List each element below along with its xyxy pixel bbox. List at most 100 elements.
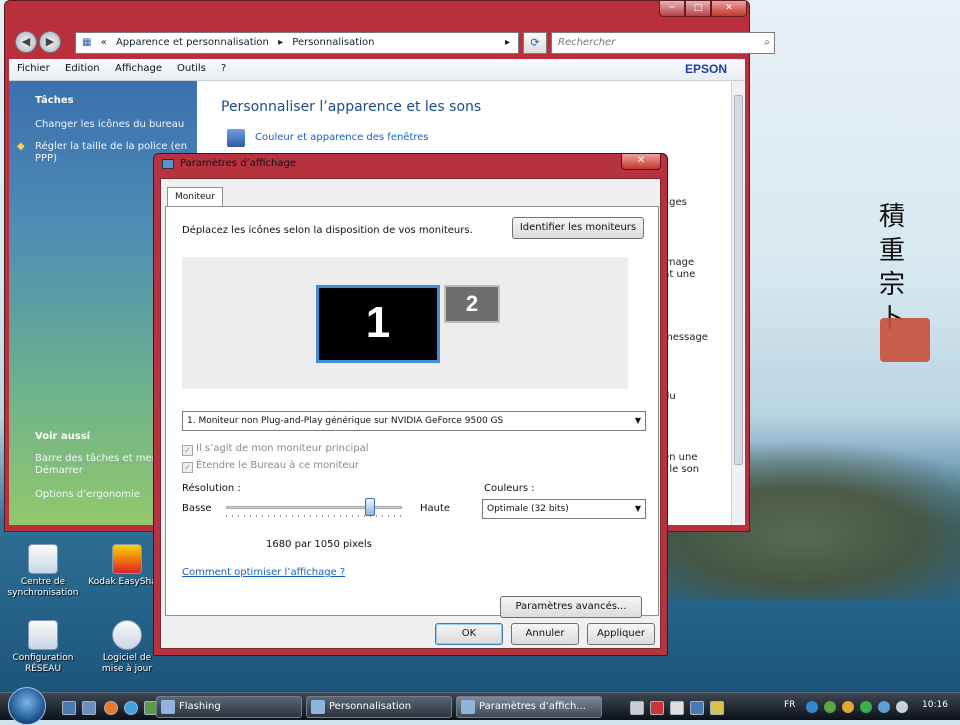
tray-app-icon[interactable] [670, 701, 684, 715]
advanced-settings-button[interactable]: Paramètres avancés... [500, 596, 642, 618]
monitor-layout-area: 1 2 [182, 257, 628, 389]
breadcrumb-personalization[interactable]: Personnalisation [292, 37, 374, 48]
menu-help[interactable]: ? [221, 63, 226, 74]
chevron-down-icon: ▼ [634, 416, 641, 425]
cancel-button[interactable]: Annuler [511, 623, 579, 645]
search-input[interactable]: Rechercher ⌕ [551, 32, 775, 54]
tray-app-icon[interactable] [650, 701, 664, 715]
menu-view[interactable]: Affichage [115, 63, 162, 74]
menu-file[interactable]: Fichier [17, 63, 50, 74]
primary-monitor-checkbox[interactable]: ✓ Il s’agit de mon moniteur principal [182, 443, 369, 456]
update-software-icon [112, 620, 142, 650]
monitor-select[interactable]: 1. Moniteur non Plug-and-Play générique … [182, 411, 646, 431]
resolution-label: Résolution : [182, 483, 241, 494]
monitor-select-value: 1. Moniteur non Plug-and-Play générique … [187, 416, 504, 426]
desktop-icon-sync-center[interactable]: Centre de synchronisation [4, 544, 82, 599]
breadcrumb-dropdown[interactable]: ▸ [505, 33, 510, 53]
taskbar-item-personalization[interactable]: Personnalisation [306, 696, 452, 718]
link-window-color[interactable]: Couleur et apparence des fenêtres [255, 132, 429, 143]
epson-logo: EPSON [684, 62, 727, 76]
taskbar-item-label: Personnalisation [329, 701, 412, 712]
dialog-client: Moniteur Déplacez les icônes selon la di… [160, 178, 661, 649]
browser-icon[interactable] [124, 701, 138, 715]
page-title: Personnaliser l’apparence et les sons [221, 99, 482, 115]
task-change-desktop-icons[interactable]: Changer les icônes du bureau [35, 119, 195, 131]
window-color-icon [227, 129, 245, 147]
tray-icon-3[interactable] [842, 701, 854, 713]
show-desktop-icon[interactable] [62, 701, 76, 715]
extend-desktop-checkbox[interactable]: ✓ Étendre le Bureau à ce moniteur [182, 460, 359, 473]
network-config-icon [28, 620, 58, 650]
ok-button[interactable]: OK [435, 623, 503, 645]
taskbar-item-label: Paramètres d’affich... [479, 701, 586, 712]
resolution-low-label: Basse [182, 503, 212, 514]
menu-tools[interactable]: Outils [177, 63, 206, 74]
colors-select-value: Optimale (32 bits) [487, 504, 569, 514]
checkbox-checked-icon: ✓ [182, 445, 193, 456]
tray-app-icon[interactable] [710, 701, 724, 715]
apply-button[interactable]: Appliquer [587, 623, 655, 645]
firefox-icon[interactable] [104, 701, 118, 715]
desktop-icon-network-config[interactable]: Configuration RÉSEAU [4, 620, 82, 675]
control-panel-icon [311, 700, 325, 714]
taskbar-item-flashing[interactable]: Flashing [156, 696, 302, 718]
tray-app-icon[interactable] [690, 701, 704, 715]
resolution-value: 1680 par 1050 pixels [266, 539, 372, 550]
tasks-heading: Tâches [35, 95, 74, 106]
breadcrumb-appearance[interactable]: Apparence et personnalisation [116, 37, 269, 48]
menu-edit[interactable]: Edition [65, 63, 100, 74]
tray-icon-2[interactable] [824, 701, 836, 713]
taskbar-item-display-settings[interactable]: Paramètres d’affich... [456, 696, 602, 718]
tray-icon-1[interactable] [806, 701, 818, 713]
colors-label: Couleurs : [484, 483, 535, 494]
dialog-close-button[interactable]: ✕ [621, 154, 661, 170]
tab-monitor[interactable]: Moniteur [167, 187, 223, 207]
language-indicator[interactable]: FR [784, 700, 795, 710]
shield-icon: ◆ [17, 141, 25, 152]
network-icon[interactable] [878, 701, 890, 713]
start-button[interactable] [8, 687, 46, 725]
identify-monitors-button[interactable]: Identifier les moniteurs [512, 217, 644, 239]
breadcrumb-separator[interactable]: ▸ [278, 37, 283, 48]
control-panel-icon: ▦ [82, 37, 92, 48]
checkbox-checked-icon: ✓ [182, 462, 193, 473]
help-link[interactable]: Comment optimiser l’affichage ? [182, 567, 345, 578]
extend-desktop-label: Étendre le Bureau à ce moniteur [196, 460, 359, 471]
resolution-slider-track[interactable] [226, 506, 402, 509]
forward-button[interactable]: ▶ [39, 31, 61, 53]
scrollbar-thumb[interactable] [734, 95, 743, 465]
monitor-1[interactable]: 1 [316, 285, 440, 363]
maximize-button[interactable]: □ [685, 1, 711, 17]
clock[interactable]: 10:16 [922, 700, 948, 710]
tray-icon-4[interactable] [860, 701, 872, 713]
refresh-button[interactable]: ⟳ [523, 32, 547, 54]
close-button[interactable]: ✕ [711, 1, 747, 17]
back-button[interactable]: ◀ [15, 31, 37, 53]
resolution-high-label: Haute [420, 503, 451, 514]
breadcrumb-overflow[interactable]: « [101, 37, 107, 48]
kodak-icon [112, 544, 142, 574]
colors-select[interactable]: Optimale (32 bits) ▼ [482, 499, 646, 519]
chevron-down-icon: ▼ [634, 504, 641, 513]
address-bar[interactable]: ▦ « Apparence et personnalisation ▸ Pers… [75, 32, 519, 54]
address-row: ◀ ▶ ▦ « Apparence et personnalisation ▸ … [9, 29, 775, 57]
monitor-tab-panel: Déplacez les icônes selon la disposition… [165, 206, 659, 618]
search-icon[interactable]: ⌕ [764, 33, 770, 53]
display-settings-dialog: Paramètres d’affichage ✕ Moniteur Déplac… [153, 153, 668, 656]
display-settings-icon [461, 700, 475, 714]
volume-icon[interactable] [896, 701, 908, 713]
vertical-scrollbar[interactable] [731, 81, 745, 525]
switch-windows-icon[interactable] [82, 701, 96, 715]
instruction-text: Déplacez les icônes selon la disposition… [182, 225, 473, 236]
see-also-heading: Voir aussi [35, 431, 91, 442]
taskbar-item-label: Flashing [179, 701, 221, 712]
window-titlebar[interactable]: ─ □ ✕ [5, 1, 749, 29]
minimize-button[interactable]: ─ [659, 1, 685, 17]
dialog-title: Paramètres d’affichage [180, 158, 296, 169]
taskbar: Flashing Personnalisation Paramètres d’a… [0, 687, 960, 725]
tray-app-icon[interactable] [630, 701, 644, 715]
flashing-app-icon [161, 700, 175, 714]
display-settings-icon [162, 159, 174, 169]
monitor-2[interactable]: 2 [444, 285, 500, 323]
resolution-slider-thumb[interactable] [365, 498, 376, 516]
